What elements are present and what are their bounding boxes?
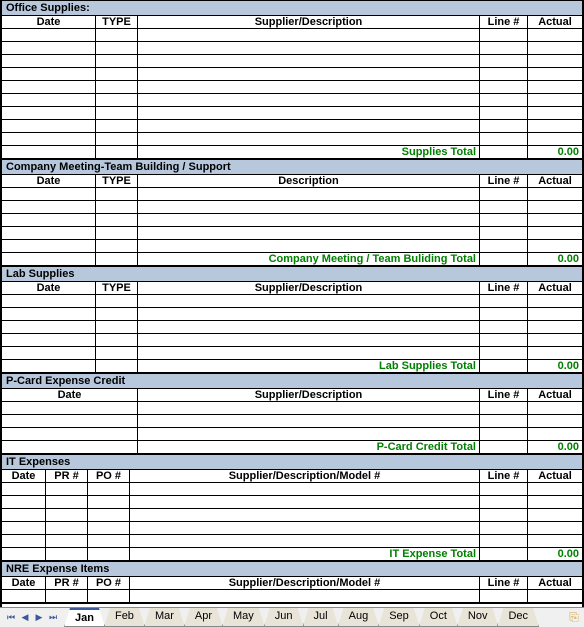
table-row[interactable] bbox=[2, 402, 582, 415]
tabs-container: JanFebMarAprMayJunJulAugSepOctNovDec bbox=[64, 608, 564, 627]
table-row[interactable] bbox=[2, 68, 582, 81]
total-row: Company Meeting / Team Buliding Total 0.0… bbox=[2, 253, 582, 266]
table-row[interactable] bbox=[2, 42, 582, 55]
sheet-tab-bar: ⏮ ◀ ▶ ⏭ JanFebMarAprMayJunJulAugSepOctNo… bbox=[0, 607, 584, 627]
table-row[interactable] bbox=[2, 483, 582, 496]
section-title: P-Card Expense Credit bbox=[2, 373, 582, 389]
total-label: Lab Supplies Total bbox=[138, 360, 480, 372]
table-row[interactable] bbox=[2, 120, 582, 133]
total-row: IT Expense Total 0.00 bbox=[2, 548, 582, 561]
total-label: IT Expense Total bbox=[130, 548, 480, 560]
section: Office Supplies:DateTYPESupplier/Descrip… bbox=[0, 0, 584, 159]
section: P-Card Expense CreditDateSupplier/Descri… bbox=[0, 373, 584, 454]
table-row[interactable] bbox=[2, 55, 582, 68]
table-row[interactable] bbox=[2, 214, 582, 227]
table-row[interactable] bbox=[2, 509, 582, 522]
table-row[interactable] bbox=[2, 415, 582, 428]
total-row: Lab Supplies Total 0.00 bbox=[2, 360, 582, 373]
table-row[interactable] bbox=[2, 321, 582, 334]
section: Company Meeting-Team Building / SupportD… bbox=[0, 159, 584, 266]
column-headers: DateTYPESupplier/DescriptionLine #Actual bbox=[2, 282, 582, 295]
table-row[interactable] bbox=[2, 295, 582, 308]
tab-sep[interactable]: Sep bbox=[378, 608, 420, 627]
total-value: 0.00 bbox=[528, 360, 582, 372]
table-row[interactable] bbox=[2, 29, 582, 42]
table-row[interactable] bbox=[2, 496, 582, 509]
tab-nav-last[interactable]: ⏭ bbox=[46, 611, 60, 625]
section-title: Office Supplies: bbox=[2, 0, 582, 16]
table-row[interactable] bbox=[2, 188, 582, 201]
total-value: 0.00 bbox=[528, 146, 582, 158]
section: Lab SuppliesDateTYPESupplier/Description… bbox=[0, 266, 584, 373]
new-sheet-icon[interactable]: ⎘ bbox=[564, 610, 584, 625]
section: IT ExpensesDatePR #PO #Supplier/Descript… bbox=[0, 454, 584, 561]
column-headers: DateTYPEDescriptionLine #Actual bbox=[2, 175, 582, 188]
section-title: NRE Expense Items bbox=[2, 561, 582, 577]
total-value: 0.00 bbox=[528, 548, 582, 560]
table-row[interactable] bbox=[2, 308, 582, 321]
tab-jun[interactable]: Jun bbox=[264, 608, 304, 627]
table-row[interactable] bbox=[2, 94, 582, 107]
total-row: Supplies Total 0.00 bbox=[2, 146, 582, 159]
tab-may[interactable]: May bbox=[222, 608, 265, 627]
total-value: 0.00 bbox=[528, 253, 582, 265]
table-row[interactable] bbox=[2, 428, 582, 441]
column-headers: DateTYPESupplier/DescriptionLine #Actual bbox=[2, 16, 582, 29]
section-title: Company Meeting-Team Building / Support bbox=[2, 159, 582, 175]
table-row[interactable] bbox=[2, 227, 582, 240]
tab-aug[interactable]: Aug bbox=[338, 608, 380, 627]
tab-dec[interactable]: Dec bbox=[497, 608, 539, 627]
tab-nov[interactable]: Nov bbox=[457, 608, 499, 627]
tab-apr[interactable]: Apr bbox=[184, 608, 223, 627]
section-title: Lab Supplies bbox=[2, 266, 582, 282]
table-row[interactable] bbox=[2, 347, 582, 360]
column-headers: DatePR #PO #Supplier/Description/Model #… bbox=[2, 470, 582, 483]
table-row[interactable] bbox=[2, 590, 582, 603]
table-row[interactable] bbox=[2, 240, 582, 253]
total-value: 0.00 bbox=[528, 441, 582, 453]
section-title: IT Expenses bbox=[2, 454, 582, 470]
table-row[interactable] bbox=[2, 133, 582, 146]
total-row: P-Card Credit Total 0.00 bbox=[2, 441, 582, 454]
tab-mar[interactable]: Mar bbox=[144, 608, 185, 627]
tab-feb[interactable]: Feb bbox=[104, 608, 145, 627]
column-headers: DateSupplier/DescriptionLine #Actual bbox=[2, 389, 582, 402]
section: NRE Expense ItemsDatePR #PO #Supplier/De… bbox=[0, 561, 584, 603]
tab-nav: ⏮ ◀ ▶ ⏭ bbox=[0, 611, 64, 625]
table-row[interactable] bbox=[2, 81, 582, 94]
table-row[interactable] bbox=[2, 201, 582, 214]
table-row[interactable] bbox=[2, 334, 582, 347]
table-row[interactable] bbox=[2, 535, 582, 548]
column-headers: DatePR #PO #Supplier/Description/Model #… bbox=[2, 577, 582, 590]
tab-jan[interactable]: Jan bbox=[64, 608, 105, 627]
total-label: P-Card Credit Total bbox=[138, 441, 480, 453]
total-label: Supplies Total bbox=[138, 146, 480, 158]
tab-nav-first[interactable]: ⏮ bbox=[4, 611, 18, 625]
total-label: Company Meeting / Team Buliding Total bbox=[138, 253, 480, 265]
tab-nav-prev[interactable]: ◀ bbox=[18, 611, 32, 625]
tab-jul[interactable]: Jul bbox=[303, 608, 339, 627]
table-row[interactable] bbox=[2, 522, 582, 535]
tab-oct[interactable]: Oct bbox=[419, 608, 458, 627]
tab-nav-next[interactable]: ▶ bbox=[32, 611, 46, 625]
table-row[interactable] bbox=[2, 107, 582, 120]
